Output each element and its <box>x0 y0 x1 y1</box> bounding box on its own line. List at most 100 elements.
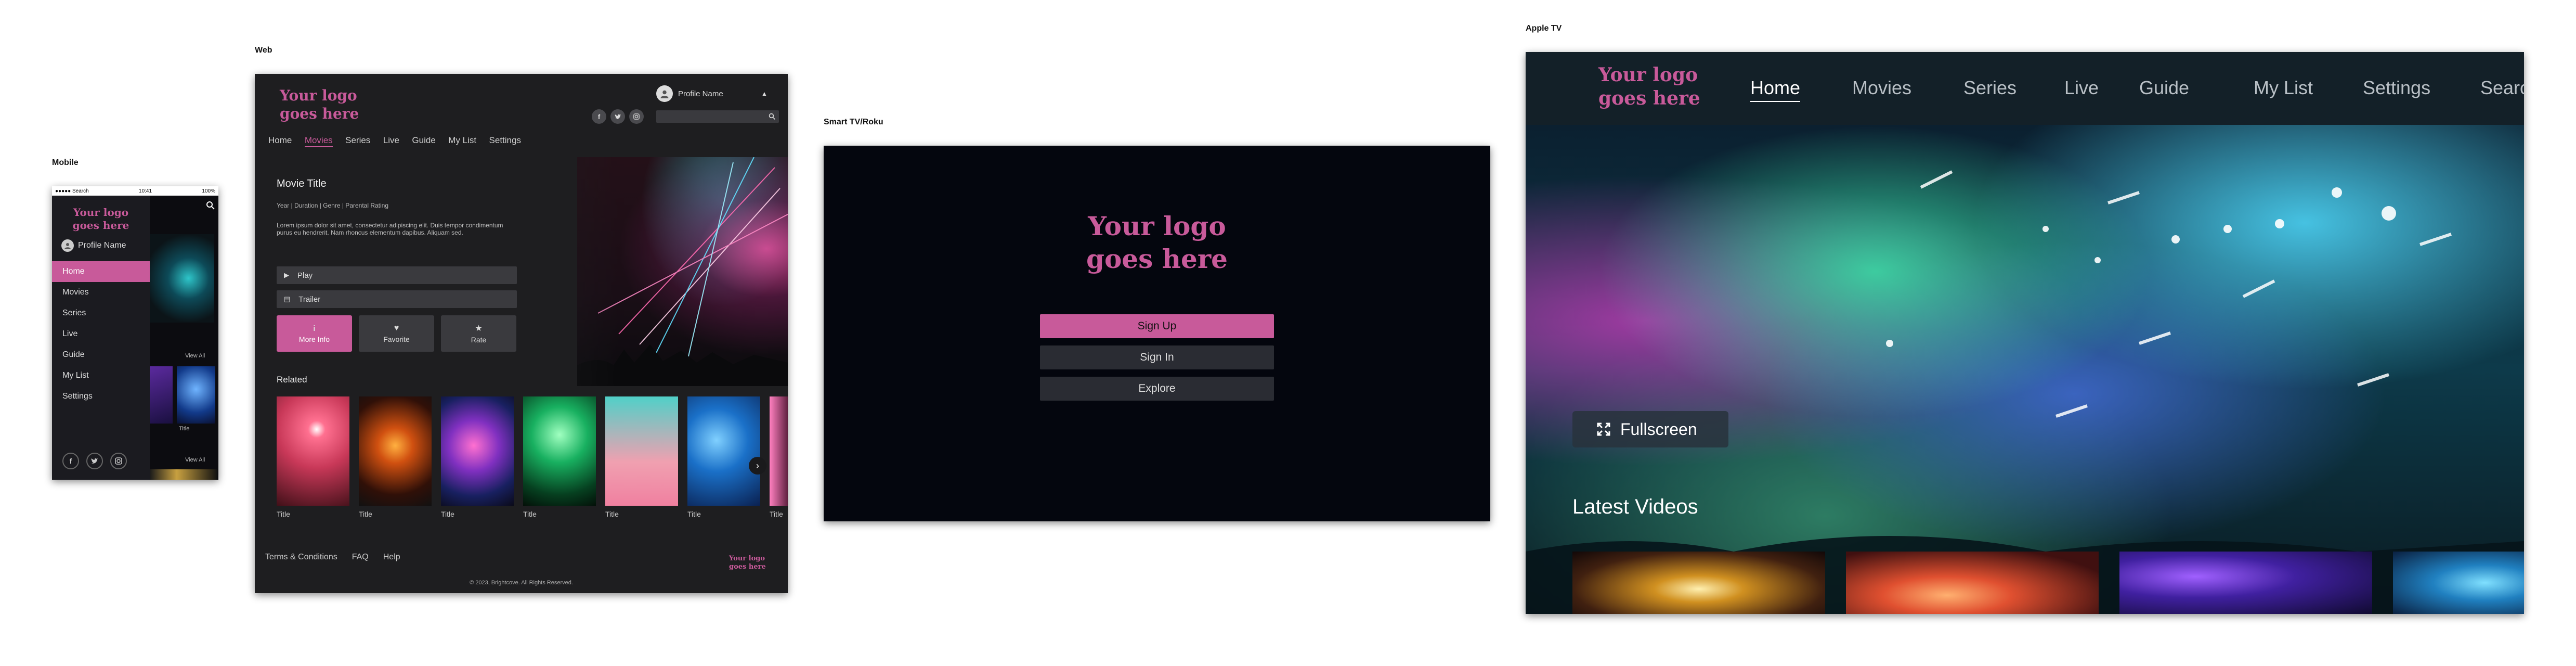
thumb-title: Title <box>441 510 454 518</box>
carousel-next-button[interactable]: › <box>749 457 766 475</box>
row-thumb[interactable] <box>177 366 215 424</box>
logo-line: Your logo <box>73 206 129 219</box>
nav-item-guide[interactable]: Guide <box>2139 77 2189 99</box>
help-link[interactable]: Help <box>383 553 400 562</box>
search-input[interactable] <box>656 110 779 123</box>
logo[interactable]: Your logo goes here <box>280 86 359 123</box>
terms-link[interactable]: Terms & Conditions <box>265 553 337 562</box>
facebook-icon[interactable]: f <box>592 109 606 124</box>
thumb-title: Title <box>523 510 537 518</box>
row-thumb[interactable] <box>150 469 217 480</box>
mobile-section-label: Mobile <box>52 158 79 167</box>
profile[interactable]: Profile Name <box>61 239 150 252</box>
video-thumb[interactable] <box>1846 552 2099 614</box>
related-thumb[interactable] <box>523 396 596 506</box>
thumb-title: Title <box>770 510 783 518</box>
sign-in-button[interactable]: Sign In <box>1040 345 1274 369</box>
nav-item-live[interactable]: Live <box>52 324 150 344</box>
play-label: Play <box>297 271 313 280</box>
video-thumb[interactable] <box>2393 552 2524 614</box>
faq-link[interactable]: FAQ <box>352 553 369 562</box>
social-links: f <box>62 453 127 469</box>
favorite-button[interactable]: ♥ Favorite <box>359 315 434 352</box>
profile-name: Profile Name <box>78 241 126 250</box>
nav-item-guide[interactable]: Guide <box>52 344 150 365</box>
star-icon: ★ <box>475 324 483 333</box>
related-thumb[interactable] <box>605 396 678 506</box>
copyright: © 2023, Brightcove. All Rights Reserved. <box>470 580 573 586</box>
related-thumb[interactable] <box>359 396 432 506</box>
instagram-icon[interactable] <box>110 453 127 469</box>
rate-button[interactable]: ★ Rate <box>441 315 516 352</box>
footer-logo: Your logo goes here <box>729 555 766 572</box>
nav-item-series[interactable]: Series <box>52 303 150 324</box>
status-bar: ●●●●● Search 10:41 100% <box>52 186 218 196</box>
carrier-signal: ●●●●● Search <box>55 188 89 194</box>
related-thumb[interactable] <box>277 396 349 506</box>
video-thumb[interactable] <box>2119 552 2372 614</box>
smart-tv-mockup: Your logo goes here Sign Up Sign In Expl… <box>824 146 1490 521</box>
mobile-mockup: ●●●●● Search 10:41 100% View All Title V… <box>52 186 218 480</box>
latest-videos-heading: Latest Videos <box>1572 495 1698 518</box>
nav-item-movies[interactable]: Movies <box>52 282 150 303</box>
nav-item-guide[interactable]: Guide <box>412 135 435 145</box>
explore-button[interactable]: Explore <box>1040 377 1274 401</box>
main-nav: Home Movies Series Live Guide My List Se… <box>268 135 531 147</box>
web-section-label: Web <box>255 46 272 55</box>
related-thumb[interactable] <box>687 396 760 506</box>
hero-image <box>1526 125 2524 614</box>
twitter-icon[interactable] <box>610 109 625 124</box>
nav-item-my-list[interactable]: My List <box>52 365 150 386</box>
twitter-icon[interactable] <box>86 453 103 469</box>
info-icon: i <box>313 324 316 333</box>
profile-menu[interactable]: Profile Name ▲ <box>656 85 767 102</box>
nav-item-my-list[interactable]: My List <box>448 135 476 145</box>
card-title: Title <box>179 426 190 432</box>
play-icon: ▶ <box>284 271 289 279</box>
sign-up-button[interactable]: Sign Up <box>1040 314 1274 338</box>
facebook-icon[interactable]: f <box>62 453 79 469</box>
related-heading: Related <box>277 375 307 385</box>
nav-item-live[interactable]: Live <box>2064 77 2099 99</box>
logo: Your logo goes here <box>52 206 150 232</box>
nav-item-search[interactable]: Search <box>2480 77 2524 99</box>
nav-item-home[interactable]: Home <box>1750 77 1801 102</box>
nav-drawer: Your logo goes here Profile Name Home Mo… <box>52 196 150 480</box>
background-feature-image <box>150 234 214 323</box>
view-all-link[interactable]: View All <box>185 353 205 359</box>
chevron-down-icon: ▲ <box>761 90 767 97</box>
instagram-icon[interactable] <box>629 109 644 124</box>
nav-item-home[interactable]: Home <box>52 261 150 282</box>
related-thumb[interactable] <box>770 396 788 506</box>
search-icon[interactable] <box>206 201 215 210</box>
play-button[interactable]: ▶ Play <box>277 266 517 284</box>
nav-item-series[interactable]: Series <box>1963 77 2016 99</box>
drawer-nav: Home Movies Series Live Guide My List Se… <box>52 261 150 407</box>
logo-line: Your logo <box>280 87 357 104</box>
nav-item-movies[interactable]: Movies <box>1852 77 1911 99</box>
logo[interactable]: Your logo goes here <box>1598 63 1700 110</box>
movie-title: Movie Title <box>277 178 327 189</box>
heart-icon: ♥ <box>394 324 399 332</box>
related-thumb[interactable] <box>441 396 514 506</box>
fullscreen-button[interactable]: Fullscreen <box>1572 411 1728 447</box>
nav-item-series[interactable]: Series <box>345 135 370 145</box>
nav-item-settings[interactable]: Settings <box>52 386 150 407</box>
search-icon <box>769 113 775 120</box>
thumb-title: Title <box>359 510 372 518</box>
nav-item-my-list[interactable]: My List <box>2254 77 2313 99</box>
logo-line: goes here <box>72 219 129 232</box>
nav-item-live[interactable]: Live <box>383 135 399 145</box>
movie-description: Lorem ipsum dolor sit amet, consectetur … <box>277 222 503 236</box>
nav-item-movies[interactable]: Movies <box>304 135 333 147</box>
nav-item-settings[interactable]: Settings <box>489 135 521 145</box>
row-thumb[interactable] <box>150 366 173 424</box>
view-all-link[interactable]: View All <box>185 457 205 463</box>
trailer-button[interactable]: ▤ Trailer <box>277 290 517 308</box>
more-info-button[interactable]: i More Info <box>277 315 352 352</box>
rate-label: Rate <box>471 336 487 344</box>
nav-item-home[interactable]: Home <box>268 135 292 145</box>
video-thumb[interactable] <box>1572 552 1825 614</box>
nav-item-settings[interactable]: Settings <box>2363 77 2430 99</box>
logo-line: goes here <box>1086 243 1228 274</box>
